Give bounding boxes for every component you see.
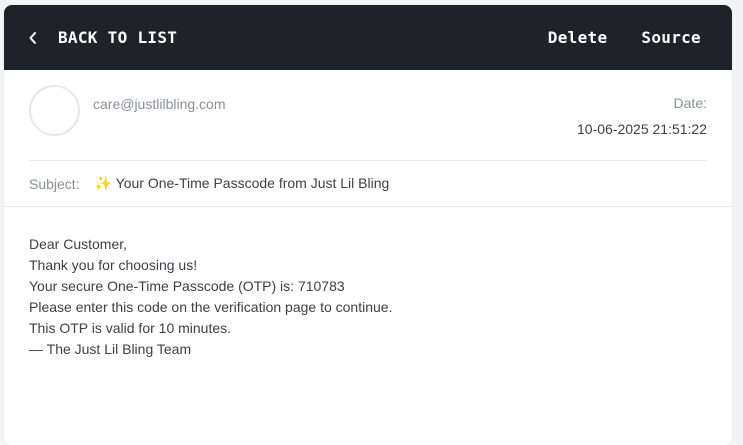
subject-label: Subject: [29,175,80,192]
subject-row: Subject: ✨ Your One-Time Passcode from J… [29,161,707,206]
body-line: Thank you for choosing us! [29,257,198,273]
email-meta: care@justlilbling.com Date: 10-06-2025 2… [29,70,707,161]
body-line: This OTP is valid for 10 minutes. [29,320,232,336]
subject-text: ✨ Your One-Time Passcode from Just Lil B… [94,175,390,191]
body-line: — The Just Lil Bling Team [29,341,192,357]
avatar [29,85,80,136]
back-to-list-label: BACK TO LIST [58,28,178,47]
body-line: Please enter this code on the verificati… [29,299,393,315]
delete-button[interactable]: Delete [548,28,608,47]
email-viewer: BACK TO LIST Delete Source care@justlilb… [4,5,732,445]
chevron-left-icon [28,31,50,45]
email-body: Dear Customer, Thank you for choosing us… [4,207,732,360]
body-line: Dear Customer, [29,236,128,252]
date-label: Date: [673,95,707,111]
date-value: 10-06-2025 21:51:22 [577,121,707,137]
sender-address: care@justlilbling.com [93,96,226,112]
body-line: Your secure One-Time Passcode (OTP) is: … [29,278,345,294]
top-toolbar: BACK TO LIST Delete Source [4,5,732,70]
back-to-list-button[interactable]: BACK TO LIST [28,28,177,47]
source-button[interactable]: Source [641,28,701,47]
